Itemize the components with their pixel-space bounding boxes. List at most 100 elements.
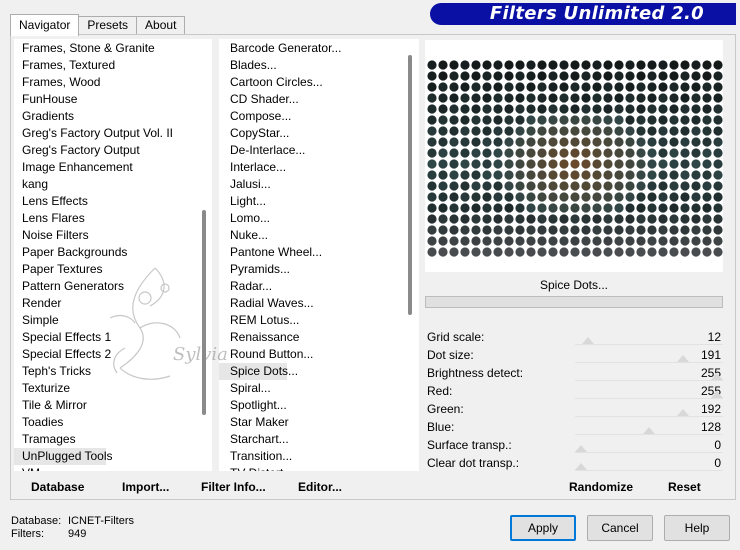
preview-dot: [537, 236, 547, 246]
param-slider-track[interactable]: [575, 416, 723, 417]
param-slider-track[interactable]: [575, 344, 723, 345]
tab-presets[interactable]: Presets: [78, 16, 138, 35]
apply-button[interactable]: Apply: [510, 515, 576, 541]
randomize-button[interactable]: Randomize: [569, 480, 633, 494]
category-list-item[interactable]: Greg's Factory Output Vol. II: [14, 125, 212, 142]
filter-list-item[interactable]: Nuke...: [222, 227, 419, 244]
param-label: Blue:: [427, 420, 455, 434]
preview-dot: [680, 203, 690, 213]
preview-dot: [482, 181, 492, 191]
preview-dot: [625, 159, 635, 169]
param-slider-track[interactable]: [575, 470, 723, 471]
filter-list-item[interactable]: CD Shader...: [222, 91, 419, 108]
filter-list-item[interactable]: Transition...: [222, 448, 419, 465]
filter-list-item[interactable]: Cartoon Circles...: [222, 74, 419, 91]
param-slider-thumb[interactable]: [575, 463, 587, 470]
preview-dot: [669, 115, 679, 125]
filter-list[interactable]: Barcode Generator... Blades... Cartoon Cir…: [219, 39, 419, 471]
param-slider-track[interactable]: [575, 398, 723, 399]
cancel-button[interactable]: Cancel: [587, 515, 653, 541]
preview-dot: [438, 214, 448, 224]
editor-button[interactable]: Editor...: [298, 480, 342, 494]
preview-dot: [658, 104, 668, 114]
preview-dot: [570, 225, 580, 235]
filter-list-item[interactable]: CopyStar...: [222, 125, 419, 142]
filter-list-item[interactable]: Starchart...: [222, 431, 419, 448]
filter-list-item[interactable]: Jalusi...: [222, 176, 419, 193]
category-list-item[interactable]: Tile & Mirror: [14, 397, 212, 414]
param-slider-thumb[interactable]: [575, 445, 587, 452]
preview-dot: [702, 71, 712, 81]
preview-dot: [570, 137, 580, 147]
category-list-item[interactable]: Frames, Stone & Granite: [14, 40, 212, 57]
category-list-item[interactable]: Image Enhancement: [14, 159, 212, 176]
preview-dot: [614, 247, 624, 257]
category-list[interactable]: Frames, Stone & Granite Frames, Textured F…: [14, 39, 212, 471]
filter-list-item[interactable]: De-Interlace...: [222, 142, 419, 159]
preview-dot: [570, 104, 580, 114]
preview-dot: [691, 104, 701, 114]
preview-dot: [504, 214, 514, 224]
preview-dot: [537, 170, 547, 180]
category-list-item[interactable]: Frames, Wood: [14, 74, 212, 91]
filter-list-item[interactable]: Star Maker: [222, 414, 419, 431]
param-slider-thumb[interactable]: [711, 373, 723, 380]
preview-dot: [559, 60, 569, 70]
database-status-value: ICNET-Filters: [68, 515, 134, 527]
preview-dot: [427, 236, 437, 246]
preview-dot: [493, 71, 503, 81]
param-row: Grid scale: 12: [425, 328, 723, 346]
preview-dot: [515, 60, 525, 70]
preview-dot: [515, 115, 525, 125]
help-button[interactable]: Help: [664, 515, 730, 541]
category-list-item[interactable]: Gradients: [14, 108, 212, 125]
param-slider-thumb[interactable]: [581, 337, 594, 344]
tab-navigator[interactable]: Navigator: [10, 14, 80, 36]
category-list-item[interactable]: UnPlugged Tools: [14, 448, 113, 465]
reset-button[interactable]: Reset: [668, 480, 701, 494]
filter-list-item[interactable]: Light...: [222, 193, 419, 210]
category-list-item[interactable]: Tramages: [14, 431, 212, 448]
database-button[interactable]: Database: [31, 480, 84, 494]
import-button[interactable]: Import...: [122, 480, 169, 494]
category-list-item[interactable]: Lens Flares: [14, 210, 212, 227]
param-slider-thumb[interactable]: [711, 391, 723, 398]
filter-scrollbar-thumb[interactable]: [408, 55, 412, 315]
param-slider-track[interactable]: [575, 362, 723, 363]
preview-dot: [669, 203, 679, 213]
filter-info-button[interactable]: Filter Info...: [201, 480, 266, 494]
filter-list-item[interactable]: Spotlight...: [222, 397, 419, 414]
tab-about[interactable]: About: [136, 16, 186, 35]
filter-list-item[interactable]: Blades...: [222, 57, 419, 74]
category-list-item[interactable]: Toadies: [14, 414, 212, 431]
preview-dot: [438, 236, 448, 246]
category-list-item[interactable]: Lens Effects: [14, 193, 212, 210]
param-slider-track[interactable]: [575, 380, 723, 381]
param-slider-thumb[interactable]: [677, 355, 689, 362]
param-slider-thumb[interactable]: [677, 409, 689, 416]
filter-list-item[interactable]: TV Distort...: [222, 465, 419, 471]
preview-dot: [526, 82, 536, 92]
preview-dot: [581, 214, 591, 224]
preview-dot: [614, 126, 624, 136]
category-list-item[interactable]: FunHouse: [14, 91, 212, 108]
preview-dot: [449, 203, 459, 213]
filter-list-item[interactable]: Compose...: [222, 108, 419, 125]
param-slider-track[interactable]: [575, 452, 723, 453]
preview-dot: [691, 71, 701, 81]
filter-list-item[interactable]: Lomo...: [222, 210, 419, 227]
preview-dot: [504, 71, 514, 81]
category-list-item[interactable]: VM...: [14, 465, 212, 471]
filter-list-item[interactable]: Barcode Generator...: [222, 40, 419, 57]
category-list-item[interactable]: Greg's Factory Output: [14, 142, 212, 159]
preview-dot: [438, 104, 448, 114]
category-list-item[interactable]: kang: [14, 176, 212, 193]
preview-dot: [614, 170, 624, 180]
preview-dot: [581, 137, 591, 147]
category-list-item[interactable]: Noise Filters: [14, 227, 212, 244]
param-slider-track[interactable]: [575, 434, 723, 435]
preview-dot: [548, 71, 558, 81]
category-list-item[interactable]: Frames, Textured: [14, 57, 212, 74]
filter-list-item[interactable]: Interlace...: [222, 159, 419, 176]
param-slider-thumb[interactable]: [643, 427, 655, 434]
